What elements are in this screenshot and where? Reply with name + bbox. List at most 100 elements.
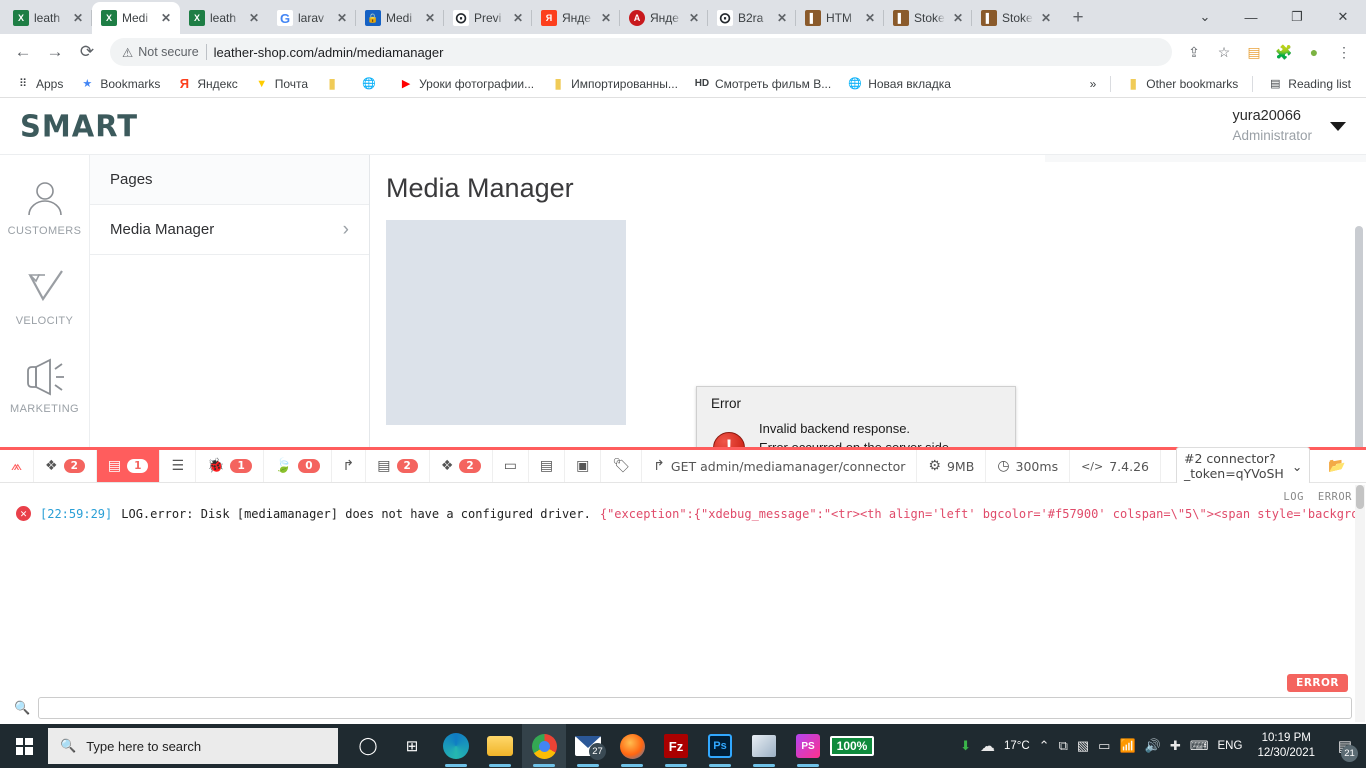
display-off-icon[interactable]: ▧ <box>1077 738 1089 754</box>
browser-tab[interactable]: A Янде ✕ <box>620 2 708 34</box>
debugbar-tab-session[interactable]: ▤ <box>529 450 566 482</box>
bookmark-item[interactable]: Я Яндекс <box>169 73 244 95</box>
log-entry[interactable]: ✕ [22:59:29] LOG.error: Disk [mediamanag… <box>0 505 1366 523</box>
extensions-icon[interactable]: 🧩 <box>1270 38 1298 66</box>
tab-close-icon[interactable]: ✕ <box>70 11 86 25</box>
browser-tab[interactable]: ▌ Stoke ✕ <box>884 2 972 34</box>
chevron-up-icon[interactable]: ⌃ <box>1039 738 1050 754</box>
nav-item-pages[interactable]: Pages <box>90 155 369 205</box>
forward-icon[interactable]: → <box>40 37 70 67</box>
bookmark-folder[interactable]: ▮ Импортированны... <box>543 73 685 95</box>
battery-percent-badge[interactable]: 100% <box>829 724 875 768</box>
bookmark-item[interactable]: ▼ Почта <box>247 73 315 95</box>
profile-icon[interactable]: ● <box>1300 38 1328 66</box>
close-window-icon[interactable]: ✕ <box>1320 0 1366 34</box>
open-storage-icon[interactable]: 📂 <box>1319 450 1354 482</box>
bookmark-item[interactable]: ▶ Уроки фотографии... <box>391 73 541 95</box>
back-icon[interactable]: ← <box>8 37 38 67</box>
debugbar-tab-laravel-logo[interactable]: ⩕ <box>0 450 35 482</box>
screen-record-icon[interactable]: ⧉ <box>1059 738 1068 754</box>
browser-tab[interactable]: Я Янде ✕ <box>532 2 620 34</box>
reload-icon[interactable]: ⟳ <box>72 37 102 67</box>
nav-item-media-manager[interactable]: Media Manager › <box>90 205 369 255</box>
bookmark-folder[interactable]: ▮ <box>317 73 352 95</box>
language-indicator[interactable]: ENG <box>1218 740 1243 752</box>
filter-log[interactable]: LOG <box>1283 491 1303 503</box>
tab-close-icon[interactable]: ✕ <box>774 11 790 25</box>
rail-item-velocity[interactable]: VELOCITY <box>0 267 89 327</box>
debugbar-route[interactable]: ↱ GET admin/mediamanager/connector <box>642 450 918 482</box>
minimize-icon[interactable]: — <box>1228 0 1274 34</box>
debugbar-tab-views[interactable]: 🍃 0 <box>264 450 332 482</box>
bookmark-item[interactable]: HD Смотреть фильм В... <box>687 73 838 95</box>
payment-icon[interactable]: ▤ <box>1240 38 1268 66</box>
task-view-icon[interactable]: ⊞ <box>390 724 434 768</box>
tab-close-icon[interactable]: ✕ <box>422 11 438 25</box>
start-button[interactable] <box>0 724 48 768</box>
browser-tab[interactable]: X leath ✕ <box>4 2 92 34</box>
edge-icon[interactable] <box>434 724 478 768</box>
photoshop-icon[interactable]: Ps <box>698 724 742 768</box>
tab-close-icon[interactable]: ✕ <box>862 11 878 25</box>
debugbar-tab-queries[interactable]: ▤ 2 <box>366 450 430 482</box>
dropbox-icon[interactable]: ✚ <box>1170 738 1181 754</box>
new-tab-button[interactable]: + <box>1064 4 1092 32</box>
bookmarks-overflow-button[interactable]: » <box>1083 74 1104 94</box>
maximize-icon[interactable]: ❐ <box>1274 0 1320 34</box>
bookmark-item[interactable]: 🌐 Новая вкладка <box>840 73 958 95</box>
minimize-debugbar-icon[interactable]: ⌄ <box>1355 450 1366 482</box>
not-secure-indicator[interactable]: ⚠ Not secure <box>122 45 199 60</box>
debugbar-tab-mails[interactable]: ▭ <box>493 450 529 482</box>
tab-close-icon[interactable]: ✕ <box>950 11 966 25</box>
browser-tab[interactable]: ⊙ B2ra ✕ <box>708 2 796 34</box>
wifi-icon[interactable]: 📶 <box>1119 738 1135 754</box>
tab-close-icon[interactable]: ✕ <box>334 11 350 25</box>
debugbar-tab-models[interactable]: ❖ 2 <box>430 450 493 482</box>
debugbar-tab-cache[interactable]: 🏷 <box>601 450 643 482</box>
browser-tab[interactable]: ⊙ Previ ✕ <box>444 2 532 34</box>
search-input[interactable] <box>38 697 1352 719</box>
request-select[interactable]: #2 connector?_token=qYVoSH ⌄ <box>1176 447 1311 485</box>
battery-icon[interactable]: ▭ <box>1098 738 1110 754</box>
notification-center-icon[interactable]: ▤ 21 <box>1330 724 1360 768</box>
browser-tab[interactable]: X leath ✕ <box>180 2 268 34</box>
tab-close-icon[interactable]: ✕ <box>598 11 614 25</box>
user-menu[interactable]: yura20066 Administrator <box>1232 107 1346 145</box>
debugbar-tab-request[interactable]: ▣ <box>565 450 602 482</box>
chrome-icon[interactable] <box>522 724 566 768</box>
address-bar[interactable]: ⚠ Not secure leather-shop.com/admin/medi… <box>110 38 1172 66</box>
rail-item-customers[interactable]: CUSTOMERS <box>0 179 89 237</box>
file-explorer-icon[interactable] <box>478 724 522 768</box>
filter-error[interactable]: ERROR <box>1318 491 1352 503</box>
download-arrow-icon[interactable]: ⬇ <box>960 738 971 754</box>
firefox-icon[interactable] <box>610 724 654 768</box>
cortana-icon[interactable]: ◯ <box>346 724 390 768</box>
star-icon[interactable]: ☆ <box>1210 38 1238 66</box>
taskbar-clock[interactable]: 10:19 PM 12/30/2021 <box>1251 731 1321 761</box>
tab-close-icon[interactable]: ✕ <box>246 11 262 25</box>
chevron-down-icon[interactable] <box>1330 121 1346 131</box>
bookmark-apps[interactable]: ⠿ Apps <box>8 73 70 95</box>
mail-icon[interactable]: 27 <box>566 724 610 768</box>
debugbar-panel-scrollbar[interactable] <box>1355 485 1365 722</box>
phpstorm-icon[interactable]: PS <box>786 724 830 768</box>
rail-item-marketing[interactable]: MARKETING <box>0 357 89 415</box>
debugbar-tab-messages[interactable]: ❖ 2 <box>34 450 97 482</box>
debugbar-tab-route[interactable]: ↱ <box>332 450 367 482</box>
share-icon[interactable]: ⇪ <box>1180 38 1208 66</box>
tab-close-icon[interactable]: ✕ <box>158 11 174 25</box>
other-bookmarks-button[interactable]: ▮ Other bookmarks <box>1118 73 1245 95</box>
menu-icon[interactable]: ⋮ <box>1330 38 1358 66</box>
tab-close-icon[interactable]: ✕ <box>510 11 526 25</box>
bookmark-item[interactable]: ★ Bookmarks <box>72 73 167 95</box>
debugbar-tab-timeline[interactable]: ☰ <box>160 450 197 482</box>
bookmark-item[interactable]: 🌐 <box>354 73 389 95</box>
scrollbar-thumb[interactable] <box>1356 485 1364 509</box>
reading-list-button[interactable]: ▤ Reading list <box>1260 73 1358 95</box>
taskbar-search[interactable]: 🔍 Type here to search <box>48 728 338 764</box>
weather-temp[interactable]: 17°C <box>1004 740 1030 752</box>
debugbar-tab-exceptions[interactable]: 🐞 1 <box>196 450 264 482</box>
debugbar-tab-log[interactable]: ▤ 1 <box>96 450 161 482</box>
app-logo[interactable]: SMART <box>20 108 138 144</box>
tab-close-icon[interactable]: ✕ <box>686 11 702 25</box>
